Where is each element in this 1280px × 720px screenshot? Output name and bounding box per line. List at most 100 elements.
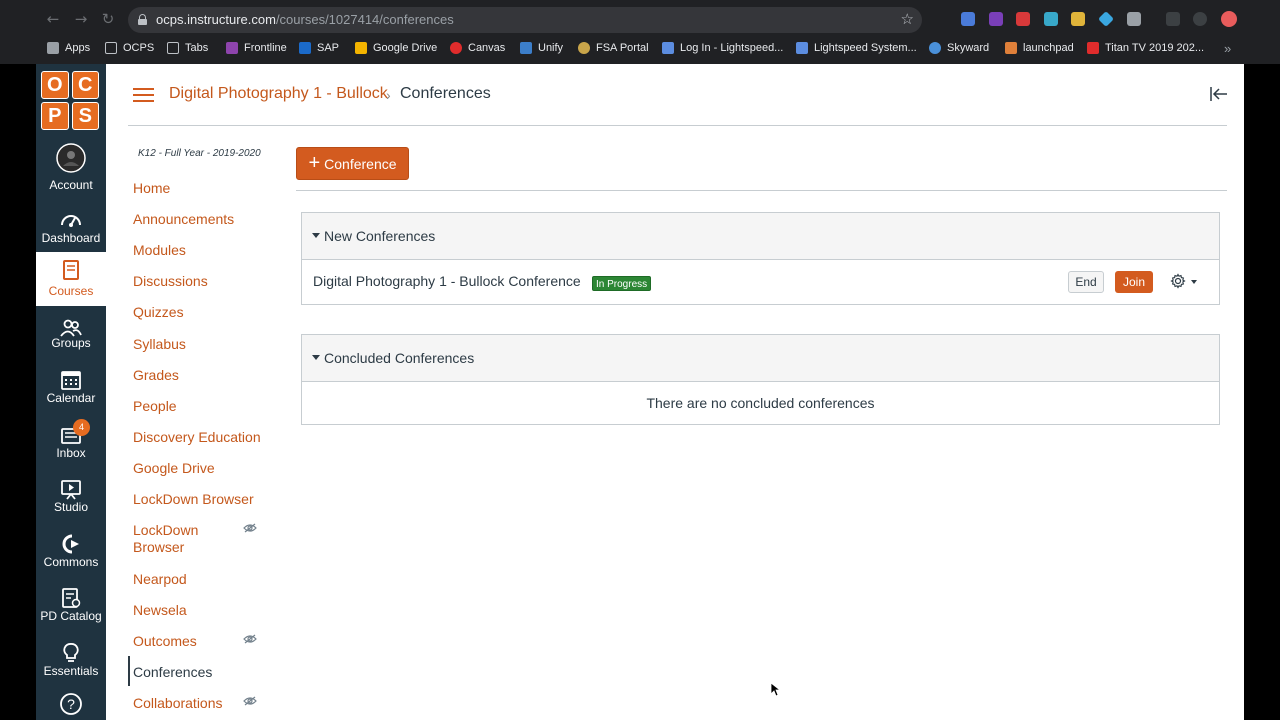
bookmark-skyward[interactable]: Skyward <box>929 40 989 56</box>
commons-icon <box>62 534 79 554</box>
course-nav-quizzes[interactable]: Quizzes <box>133 304 184 321</box>
reload-icon[interactable]: ↻ <box>99 10 117 28</box>
bookmark-launchpad[interactable]: launchpad <box>1005 40 1074 56</box>
bookmarks-overflow[interactable]: » <box>1224 40 1231 56</box>
bookmark-unify[interactable]: Unify <box>520 40 563 56</box>
mail-extension-icon[interactable] <box>1127 12 1141 26</box>
courses-label: Courses <box>48 284 94 298</box>
concluded-conferences-title: Concluded Conferences <box>324 350 475 366</box>
collapse-sidebar-icon[interactable] <box>1210 86 1228 102</box>
global-nav-essentials[interactable]: Essentials <box>36 637 106 691</box>
commons-label: Commons <box>43 555 99 569</box>
back-icon[interactable]: ← <box>44 10 62 28</box>
end-conference-button[interactable]: End <box>1068 271 1104 293</box>
concluded-conferences-header[interactable]: Concluded Conferences <box>302 335 1219 382</box>
forward-icon[interactable]: → <box>72 10 90 28</box>
gear-icon[interactable] <box>1170 273 1186 289</box>
profile-avatar[interactable] <box>1221 11 1237 27</box>
unify-icon <box>520 42 532 54</box>
global-nav-studio[interactable]: Studio <box>36 474 106 528</box>
bookmark-lightspeed-login[interactable]: Log In - Lightspeed... <box>662 40 783 56</box>
breadcrumb-course-link[interactable]: Digital Photography 1 - Bullock <box>169 85 388 103</box>
new-conferences-panel: New Conferences Digital Photography 1 - … <box>301 212 1220 305</box>
bookmark-frontline[interactable]: Frontline <box>226 40 287 56</box>
course-term: K12 - Full Year - 2019-2020 <box>138 148 261 159</box>
course-nav-grades[interactable]: Grades <box>133 367 179 384</box>
extension-icon[interactable] <box>989 12 1003 26</box>
empty-state-message: There are no concluded conferences <box>646 395 875 411</box>
extension-icon[interactable] <box>1016 12 1030 26</box>
help-icon: ? <box>60 693 82 715</box>
chevron-down-icon[interactable] <box>1191 280 1197 284</box>
account-label: Account <box>49 178 93 192</box>
new-conferences-header[interactable]: New Conferences <box>302 213 1219 260</box>
address-bar[interactable]: ocps.instructure.com/courses/1027414/con… <box>128 7 922 33</box>
course-nav-nearpod[interactable]: Nearpod <box>133 571 187 588</box>
ocps-logo[interactable]: O C P S <box>41 71 99 130</box>
bookmark-canvas[interactable]: Canvas <box>450 40 505 56</box>
calendar-label: Calendar <box>46 391 96 405</box>
global-nav-account[interactable]: Account <box>36 140 106 194</box>
add-conference-button[interactable]: + Conference <box>296 147 409 180</box>
drive-extension-icon[interactable] <box>1071 12 1085 26</box>
bookmark-fsa-portal[interactable]: FSA Portal <box>578 40 649 56</box>
courses-book-icon <box>63 260 79 280</box>
global-nav-pd-catalog[interactable]: PD Catalog <box>36 582 106 636</box>
global-nav-help[interactable]: ? <box>36 688 106 720</box>
global-nav-calendar[interactable]: Calendar <box>36 364 106 418</box>
course-nav-people[interactable]: People <box>133 398 177 415</box>
course-nav-discovery-education[interactable]: Discovery Education <box>133 429 261 446</box>
groups-label: Groups <box>51 336 91 350</box>
bookmark-star-icon[interactable]: ☆ <box>901 10 914 28</box>
extension-icon[interactable] <box>1098 11 1114 27</box>
dashboard-label: Dashboard <box>41 231 101 245</box>
global-nav-dashboard[interactable]: Dashboard <box>36 204 106 258</box>
hidden-eye-icon <box>243 523 257 533</box>
course-nav-google-drive[interactable]: Google Drive <box>133 460 215 477</box>
collapse-triangle-icon <box>312 355 320 360</box>
course-nav-home[interactable]: Home <box>133 180 170 197</box>
playlist-icon[interactable] <box>1166 12 1180 26</box>
course-nav-lockdown-browser[interactable]: LockDown Browser <box>133 491 254 508</box>
bookmark-sap[interactable]: SAP <box>299 40 339 56</box>
canvas-icon <box>450 42 462 54</box>
hidden-eye-icon <box>243 696 257 706</box>
course-nav-syllabus[interactable]: Syllabus <box>133 336 186 353</box>
url-path: /courses/1027414/conferences <box>275 12 454 27</box>
plus-icon: + <box>308 151 321 174</box>
bookmark-google-drive[interactable]: Google Drive <box>355 40 437 56</box>
course-nav-lockdown-browser-hidden[interactable]: LockDown Browser <box>133 522 223 556</box>
course-nav-newsela[interactable]: Newsela <box>133 602 187 619</box>
global-nav-commons[interactable]: Commons <box>36 528 106 582</box>
bookmark-tabs[interactable]: Tabs <box>167 40 208 56</box>
inbox-unread-badge: 4 <box>73 419 90 436</box>
toolbar-divider <box>296 190 1227 191</box>
hidden-eye-icon <box>243 634 257 644</box>
global-nav-inbox[interactable]: 4 Inbox <box>36 419 106 473</box>
course-nav-announcements[interactable]: Announcements <box>133 211 234 228</box>
course-nav-collaborations[interactable]: Collaborations <box>133 695 223 712</box>
course-nav-discussions[interactable]: Discussions <box>133 273 208 290</box>
course-nav-conferences[interactable]: Conferences <box>133 664 212 681</box>
calendar-icon <box>61 371 81 390</box>
dashboard-icon <box>61 215 81 227</box>
course-nav-modules[interactable]: Modules <box>133 242 186 259</box>
bookmark-titan-tv[interactable]: Titan TV 2019 202... <box>1087 40 1204 56</box>
bookmark-ocps[interactable]: OCPS <box>105 40 154 56</box>
conference-row: Digital Photography 1 - Bullock Conferen… <box>302 260 1219 304</box>
translate-extension-icon[interactable] <box>961 12 975 26</box>
bookmarks-bar: Apps OCPS Tabs Frontline SAP Google Driv… <box>0 38 1280 58</box>
bookmark-lightspeed-systems[interactable]: Lightspeed System... <box>796 40 917 56</box>
join-conference-button[interactable]: Join <box>1115 271 1153 293</box>
bookmark-apps[interactable]: Apps <box>47 40 90 56</box>
extension-icon[interactable] <box>1193 12 1207 26</box>
course-menu-toggle-icon[interactable] <box>133 88 154 103</box>
svg-text:?: ? <box>67 696 75 712</box>
global-nav-groups[interactable]: Groups <box>36 312 106 366</box>
global-nav-courses[interactable]: Courses <box>36 252 106 306</box>
course-nav-outcomes[interactable]: Outcomes <box>133 633 197 650</box>
pd-catalog-icon <box>62 588 81 608</box>
extension-icon[interactable] <box>1044 12 1058 26</box>
conference-name[interactable]: Digital Photography 1 - Bullock Conferen… <box>313 273 581 289</box>
youtube-icon <box>1087 42 1099 54</box>
